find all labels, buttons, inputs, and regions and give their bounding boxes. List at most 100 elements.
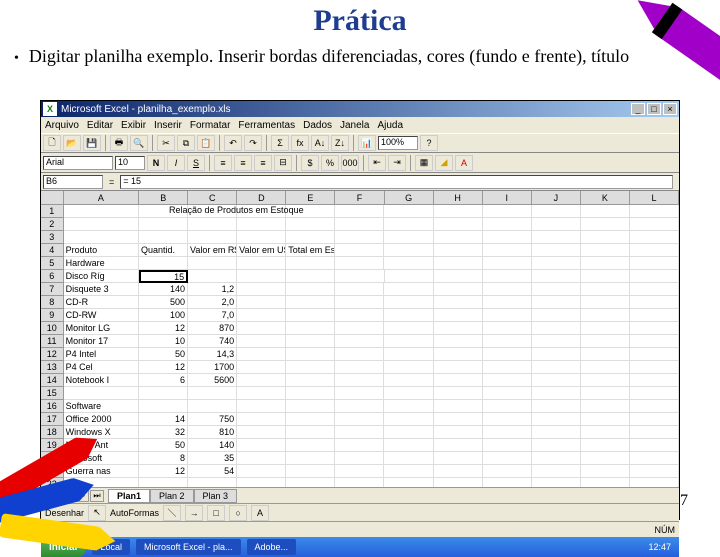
bold-button[interactable]: N — [147, 155, 165, 171]
cell[interactable]: 15 — [139, 270, 188, 283]
cell[interactable] — [385, 270, 434, 283]
cell[interactable] — [286, 218, 335, 231]
cell[interactable] — [581, 205, 630, 218]
cell[interactable] — [581, 257, 630, 270]
cell[interactable] — [581, 348, 630, 361]
rowhead-6[interactable]: 6 — [41, 270, 64, 283]
cell[interactable] — [434, 231, 483, 244]
cell[interactable] — [532, 361, 581, 374]
cell[interactable] — [64, 218, 139, 231]
help-icon[interactable]: ? — [420, 135, 438, 151]
sort-asc-icon[interactable]: A↓ — [311, 135, 329, 151]
cell[interactable]: Hardware — [64, 257, 139, 270]
cell[interactable] — [188, 231, 237, 244]
cell[interactable]: Disco Ríg — [64, 270, 139, 283]
cell[interactable] — [483, 400, 532, 413]
col-i[interactable]: I — [483, 191, 532, 204]
cell[interactable]: 12 — [139, 322, 188, 335]
menu-ferramentas[interactable]: Ferramentas — [238, 120, 295, 131]
comma-icon[interactable]: 000 — [341, 155, 359, 171]
cell[interactable] — [434, 309, 483, 322]
cell[interactable] — [335, 478, 384, 487]
rowhead-8[interactable]: 8 — [41, 296, 64, 309]
cell[interactable] — [286, 413, 335, 426]
cell[interactable] — [188, 218, 237, 231]
cell[interactable] — [581, 283, 630, 296]
underline-button[interactable]: S — [187, 155, 205, 171]
indent-inc-icon[interactable]: ⇥ — [388, 155, 406, 171]
cell[interactable] — [581, 452, 630, 465]
cell[interactable]: 870 — [188, 322, 237, 335]
cell[interactable] — [532, 296, 581, 309]
col-d[interactable]: D — [237, 191, 286, 204]
cell[interactable]: 54 — [188, 465, 237, 478]
cell[interactable] — [335, 218, 384, 231]
cell[interactable] — [384, 322, 433, 335]
cell[interactable]: Monitor 17 — [64, 335, 139, 348]
percent-icon[interactable]: % — [321, 155, 339, 171]
cell[interactable] — [434, 270, 483, 283]
cell[interactable] — [384, 218, 433, 231]
cell[interactable] — [335, 231, 384, 244]
rowhead-7[interactable]: 7 — [41, 283, 64, 296]
redo-icon[interactable]: ↷ — [244, 135, 262, 151]
cell[interactable]: P4 Cel — [64, 361, 139, 374]
cell[interactable] — [434, 218, 483, 231]
cell[interactable] — [532, 231, 581, 244]
cell[interactable] — [384, 257, 433, 270]
cell[interactable] — [237, 335, 286, 348]
cell[interactable]: 5600 — [188, 374, 237, 387]
cell[interactable] — [286, 374, 335, 387]
tab-plan3[interactable]: Plan 3 — [194, 489, 238, 503]
rowhead-9[interactable]: 9 — [41, 309, 64, 322]
cell[interactable] — [335, 283, 384, 296]
cell[interactable] — [237, 387, 286, 400]
cell[interactable]: 500 — [139, 296, 188, 309]
menu-ajuda[interactable]: Ajuda — [377, 120, 403, 131]
cell[interactable] — [483, 465, 532, 478]
cell[interactable] — [630, 361, 679, 374]
cell[interactable] — [581, 309, 630, 322]
tab-plan2[interactable]: Plan 2 — [150, 489, 194, 503]
cell[interactable] — [630, 387, 679, 400]
cell[interactable] — [532, 374, 581, 387]
cell[interactable] — [532, 270, 581, 283]
cell[interactable]: Produto — [64, 244, 139, 257]
cell[interactable] — [483, 309, 532, 322]
cell[interactable] — [335, 322, 384, 335]
merge-icon[interactable]: ⊟ — [274, 155, 292, 171]
menu-janela[interactable]: Janela — [340, 120, 369, 131]
cell[interactable] — [237, 231, 286, 244]
cell[interactable] — [286, 322, 335, 335]
cell[interactable] — [434, 296, 483, 309]
cell[interactable] — [237, 309, 286, 322]
cell[interactable] — [532, 348, 581, 361]
cell[interactable]: 140 — [139, 283, 188, 296]
align-left-icon[interactable]: ≡ — [214, 155, 232, 171]
cell[interactable] — [139, 478, 188, 487]
minimize-button[interactable]: _ — [631, 103, 645, 115]
col-a[interactable]: A — [64, 191, 139, 204]
cell[interactable]: 12 — [139, 361, 188, 374]
cell[interactable] — [581, 426, 630, 439]
open-icon[interactable]: 📂 — [63, 135, 81, 151]
cell[interactable] — [483, 348, 532, 361]
cell[interactable] — [188, 387, 237, 400]
textbox-icon[interactable]: A — [251, 505, 269, 521]
cell[interactable]: Quantid. — [139, 244, 188, 257]
close-button[interactable]: × — [663, 103, 677, 115]
cell[interactable] — [335, 335, 384, 348]
cell[interactable] — [630, 231, 679, 244]
cell[interactable] — [384, 335, 433, 348]
cell[interactable] — [384, 296, 433, 309]
cell[interactable] — [384, 400, 433, 413]
cell[interactable] — [630, 426, 679, 439]
cell[interactable] — [335, 270, 384, 283]
cell[interactable] — [630, 257, 679, 270]
cell[interactable]: 1700 — [188, 361, 237, 374]
rowhead-11[interactable]: 11 — [41, 335, 64, 348]
cell[interactable] — [483, 283, 532, 296]
cell[interactable] — [434, 387, 483, 400]
cell[interactable] — [532, 387, 581, 400]
arrow-icon[interactable]: → — [185, 505, 203, 521]
